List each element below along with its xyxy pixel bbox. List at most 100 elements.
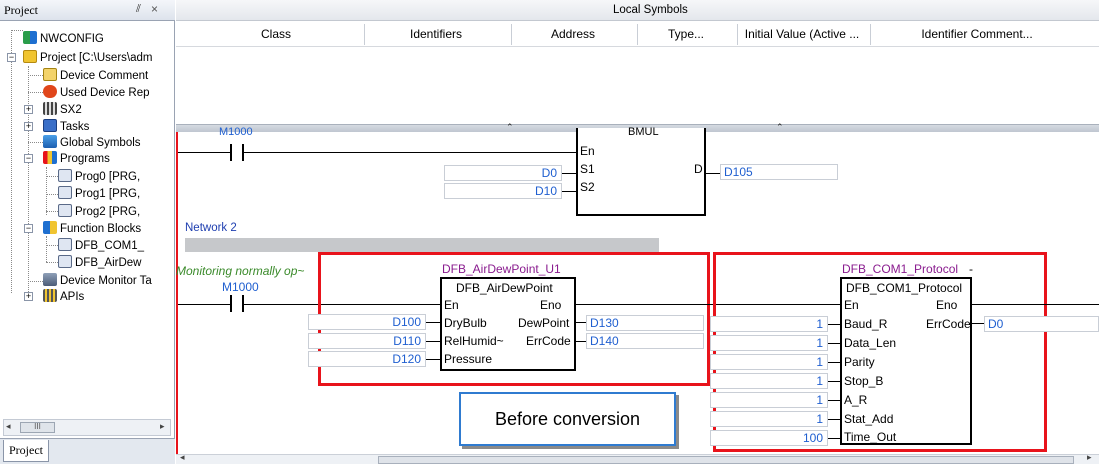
pin-stop-b: Stop_B	[844, 374, 884, 388]
tree-item-prog2[interactable]: Prog2 [PRG,	[58, 204, 140, 220]
pin-data-len: Data_Len	[844, 336, 897, 350]
tree-item-used-device[interactable]: Used Device Rep	[43, 85, 149, 101]
scroll-right-icon[interactable]: ▸	[1087, 452, 1092, 463]
apis-icon	[43, 289, 57, 302]
fb-instance-name: DFB_AirDewPoint_U1	[442, 262, 561, 276]
pin-time-out: Time_Out	[844, 430, 897, 444]
operand-field[interactable]: 1	[710, 335, 828, 351]
network-config-icon	[23, 31, 37, 44]
pin-drybulb: DryBulb	[444, 316, 487, 330]
column-identifier-comment[interactable]: Identifier Comment...	[872, 27, 1082, 41]
pin-s1: S1	[580, 162, 595, 176]
operand-field[interactable]: 1	[710, 411, 828, 427]
operand-field[interactable]: 1	[710, 354, 828, 370]
pou-icon	[58, 238, 72, 251]
collapse-programs-icon[interactable]: −	[24, 154, 33, 163]
editor-horizontal-scrollbar[interactable]: ◂ ▸	[176, 452, 1099, 464]
pin-en: En	[844, 298, 859, 312]
local-symbols-title: Local Symbols	[613, 4, 688, 16]
network-comment-bar[interactable]	[185, 238, 659, 252]
fb-airdewpoint-block[interactable]: DFB_AirDewPoint En Eno DryBulb RelHumid~…	[440, 277, 576, 371]
pin-s2: S2	[580, 180, 595, 194]
fb-instance-name: DFB_COM1_Protocol	[842, 262, 959, 276]
pou-icon	[58, 255, 72, 268]
pin-icon[interactable]: ⫽	[136, 3, 141, 16]
tree-item-device-monitor[interactable]: Device Monitor Ta	[43, 273, 152, 289]
operand-field[interactable]: D0	[444, 165, 562, 181]
scroll-left-icon[interactable]: ◂	[180, 452, 185, 463]
tree-item-sx2[interactable]: SX2	[43, 102, 82, 118]
pou-icon	[58, 186, 72, 199]
tree-item-global-symbols[interactable]: Global Symbols	[43, 135, 141, 151]
scroll-right-icon[interactable]: ▸	[160, 421, 165, 432]
operand-field[interactable]: D105	[720, 164, 838, 180]
column-class[interactable]: Class	[191, 27, 361, 41]
scroll-thumb[interactable]: III	[20, 422, 55, 433]
project-horizontal-scrollbar[interactable]: ◂ III ▸	[3, 419, 171, 436]
operand-field[interactable]: D120	[308, 351, 426, 367]
ladder-editor[interactable]: M1000 BMUL En S1 S2 D D0 D10 D105 Networ…	[176, 126, 1099, 454]
expand-tasks-icon[interactable]: +	[24, 122, 33, 131]
pin-en: En	[580, 144, 595, 158]
project-panel: Project ⫽ × − + + − − + NWCONFIG Project…	[0, 0, 175, 464]
tree-item-tasks[interactable]: Tasks	[43, 119, 89, 135]
project-panel-title: Project	[4, 3, 38, 17]
pin-eno: Eno	[936, 298, 958, 312]
tree-item-dfb-airdew[interactable]: DFB_AirDew	[58, 255, 141, 271]
local-symbols-titlebar: Local Symbols	[176, 0, 1099, 21]
tree-item-programs[interactable]: Programs	[43, 151, 110, 167]
operand-field[interactable]: 1	[710, 373, 828, 389]
operand-field[interactable]: D0	[984, 316, 1099, 332]
tab-project[interactable]: Project	[3, 440, 49, 462]
tree-item-nwconfig[interactable]: NWCONFIG	[23, 31, 104, 47]
operand-field[interactable]: D140	[586, 333, 704, 349]
operand-field[interactable]: 1	[710, 316, 828, 332]
tree-item-prog1[interactable]: Prog1 [PRG,	[58, 186, 140, 202]
project-panel-header: Project	[0, 0, 175, 21]
fb-type-name: DFB_AirDewPoint	[456, 281, 553, 295]
collapse-project-icon[interactable]: −	[7, 53, 16, 62]
operand-field[interactable]: 100	[710, 430, 828, 446]
pin-pressure: Pressure	[444, 352, 493, 366]
tree-item-apis[interactable]: APIs	[43, 289, 84, 305]
column-identifiers[interactable]: Identifiers	[366, 27, 506, 41]
tree-item-project[interactable]: Project [C:\Users\adm	[23, 50, 152, 66]
contact-label: M1000	[222, 280, 259, 294]
scroll-thumb[interactable]	[378, 456, 1074, 464]
column-type[interactable]: Type...	[639, 27, 733, 41]
tree-item-device-comment[interactable]: Device Comment	[43, 68, 148, 84]
device-comment-icon	[43, 68, 57, 81]
column-address[interactable]: Address	[513, 27, 633, 41]
scroll-left-icon[interactable]: ◂	[6, 421, 11, 432]
tree-item-dfb-com1[interactable]: DFB_COM1_	[58, 238, 144, 254]
bmul-block[interactable]: BMUL En S1 S2 D	[576, 126, 706, 216]
tree-item-function-blocks[interactable]: Function Blocks	[43, 221, 141, 237]
operand-field[interactable]: 1	[710, 392, 828, 408]
operand-field[interactable]: D100	[308, 314, 426, 330]
device-monitor-icon	[43, 273, 57, 286]
operand-field[interactable]: D10	[444, 183, 562, 199]
pin-d: D	[694, 162, 703, 176]
contact-symbol[interactable]	[230, 295, 232, 312]
pin-eno: Eno	[540, 298, 562, 312]
column-initial-value[interactable]: Initial Value (Active ...	[739, 27, 865, 41]
tree-item-prog0[interactable]: Prog0 [PRG,	[58, 169, 140, 185]
expand-apis-icon[interactable]: +	[24, 292, 33, 301]
collapse-function-blocks-icon[interactable]: −	[24, 224, 33, 233]
programs-icon	[43, 151, 57, 164]
operand-field[interactable]: D110	[308, 333, 426, 349]
contact-symbol[interactable]	[230, 144, 232, 161]
operand-field[interactable]: D130	[586, 315, 704, 331]
expand-sx2-icon[interactable]: +	[24, 105, 33, 114]
fb-com1-protocol-block[interactable]: DFB_COM1_Protocol En Eno Baud_R Data_Len…	[840, 277, 972, 445]
pou-icon	[58, 204, 72, 217]
pin-errcode: ErrCode	[926, 317, 971, 331]
pin-baud-r: Baud_R	[844, 317, 888, 331]
left-power-rail	[176, 132, 178, 454]
pin-a-r: A_R	[844, 393, 868, 407]
pou-icon	[58, 169, 72, 182]
pin-en: En	[444, 298, 459, 312]
function-blocks-icon	[43, 221, 57, 234]
network-label: Network 2	[185, 222, 237, 234]
close-icon[interactable]: ×	[151, 2, 158, 16]
